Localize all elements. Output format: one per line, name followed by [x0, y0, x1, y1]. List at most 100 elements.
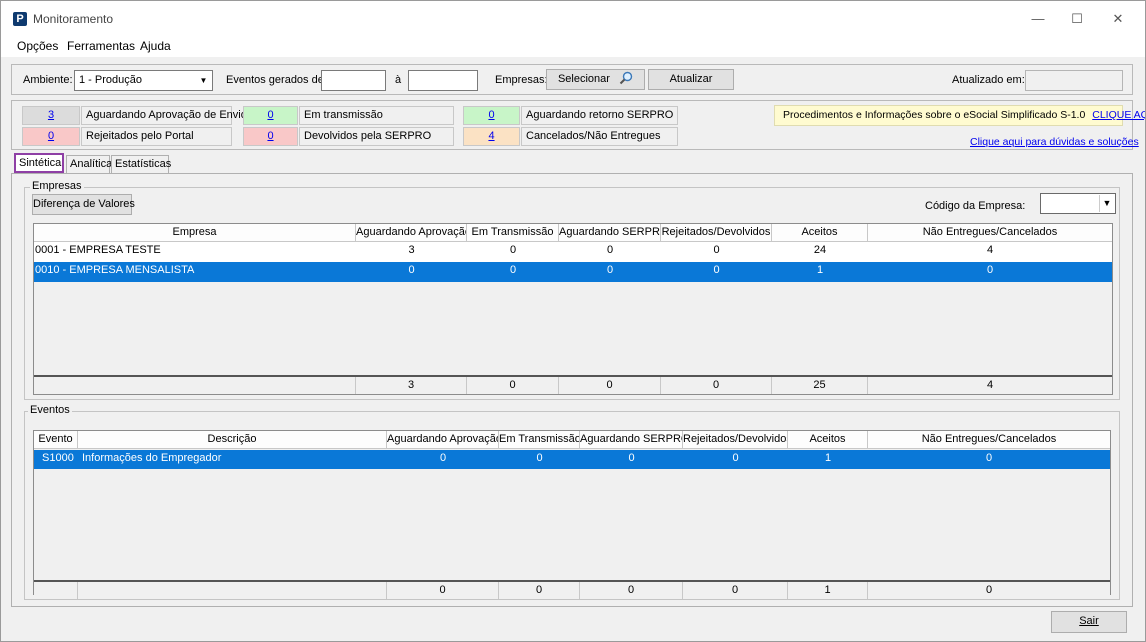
total-value: 25	[772, 377, 868, 394]
cell-evento: S1000	[42, 452, 74, 464]
tab-estatisticas[interactable]: Estatísticas	[111, 155, 171, 173]
total-value: 4	[986, 379, 994, 391]
atualizado-em-field	[1025, 70, 1123, 91]
total-value: 1	[788, 582, 868, 599]
cell-empresa: 0001 - EMPRESA TESTE	[35, 244, 161, 256]
menu-opcoes[interactable]: Opções	[17, 39, 58, 53]
clique-aqui-link[interactable]: CLIQUE AQUI	[1092, 109, 1145, 121]
atualizar-button[interactable]: Atualizar	[648, 69, 734, 90]
minimize-button[interactable]: —	[1023, 9, 1053, 29]
cell-value: 0	[509, 244, 517, 256]
aguardando-serpro-count[interactable]: 0	[463, 106, 520, 125]
help-link[interactable]: Clique aqui para dúvidas e soluções	[970, 136, 1139, 148]
aguardando-aprovacao-count[interactable]: 3	[22, 106, 80, 125]
col-aceitos[interactable]: Aceitos	[772, 224, 868, 241]
rejeitados-portal-count[interactable]: 0	[22, 127, 80, 146]
cell-value: 3	[408, 244, 415, 256]
info-banner: Procedimentos e Informações sobre o eSoc…	[774, 105, 1145, 126]
col-em-transmissao[interactable]: Em Transmissão	[467, 224, 559, 241]
ambiente-value: 1 - Produção	[79, 74, 142, 86]
cell-value: 0	[732, 452, 739, 464]
main-window: P Monitoramento — ☐ ✕ Opções Ferramentas…	[0, 0, 1146, 642]
codigo-empresa-select[interactable]: ▼	[1040, 193, 1116, 214]
info-text: Procedimentos e Informações sobre o eSoc…	[783, 109, 1086, 121]
close-button[interactable]: ✕	[1103, 9, 1133, 29]
col-aguardando-aprovacao[interactable]: Aguardando Aprovação	[387, 431, 499, 448]
selecionar-button[interactable]: Selecionar	[546, 69, 645, 90]
col-aguardando-aprovacao[interactable]: Aguardando Aprovação	[356, 224, 467, 241]
selecionar-label: Selecionar	[557, 73, 610, 85]
sair-button[interactable]: Sair	[1051, 611, 1127, 633]
eventos-header-row: Evento Descrição Aguardando Aprovação Em…	[34, 431, 1110, 449]
total-descricao	[78, 582, 387, 599]
empresas-group-title: Empresas	[30, 180, 84, 192]
table-row[interactable]: 0010 - EMPRESA MENSALISTA 0 0 0 0 1 0	[34, 262, 1112, 282]
cell-value: 1	[816, 264, 824, 276]
col-aceitos[interactable]: Aceitos	[788, 431, 868, 448]
date-to-input[interactable]	[408, 70, 478, 91]
rejeitados-portal-label: Rejeitados pelo Portal	[81, 127, 232, 146]
atualizado-em-label: Atualizado em:	[952, 74, 1025, 86]
total-value: 3	[356, 377, 467, 394]
col-descricao[interactable]: Descrição	[78, 431, 387, 448]
total-value: 0	[661, 377, 772, 394]
title-bar: P Monitoramento — ☐ ✕	[1, 1, 1145, 35]
total-value: 0	[499, 582, 580, 599]
chevron-down-icon[interactable]: ▼	[196, 72, 211, 89]
magnifier-icon	[619, 71, 633, 85]
col-aguardando-serpro[interactable]: Aguardando SERPRO	[580, 431, 683, 448]
col-rejeitados-devolvidos[interactable]: Rejeitados/Devolvidos	[683, 431, 788, 448]
window-title: Monitoramento	[33, 12, 114, 26]
cell-descricao: Informações do Empregador	[82, 452, 222, 464]
col-em-transmissao[interactable]: Em Transmissão	[499, 431, 580, 448]
eventos-group-title: Eventos	[28, 404, 72, 416]
devolvidos-serpro-count[interactable]: 0	[243, 127, 298, 146]
maximize-button[interactable]: ☐	[1062, 9, 1092, 29]
date-from-input[interactable]	[321, 70, 386, 91]
empresas-header-row: Empresa Aguardando Aprovação Em Transmis…	[34, 224, 1112, 242]
menu-ajuda[interactable]: Ajuda	[140, 39, 171, 53]
total-value: 0	[683, 582, 788, 599]
ambiente-select[interactable]: 1 - Produção ▼	[74, 70, 213, 91]
tab-sintetica[interactable]: Sintética	[14, 153, 64, 173]
diferenca-valores-button[interactable]: Diferença de Valores	[32, 194, 135, 215]
eventos-totals-row: 0 0 0 0 1 0	[34, 580, 1110, 599]
total-value: 0	[985, 584, 993, 596]
empresas-grid: Empresa Aguardando Aprovação Em Transmis…	[33, 223, 1113, 395]
cell-value: 0	[606, 244, 614, 256]
em-transmissao-count[interactable]: 0	[243, 106, 298, 125]
total-value: 0	[580, 582, 683, 599]
cell-value: 0	[985, 452, 993, 464]
eventos-gerados-label: Eventos gerados de:	[226, 74, 327, 86]
empresas-label: Empresas:	[495, 74, 548, 86]
cancelados-label: Cancelados/Não Entregues	[521, 127, 678, 146]
table-row[interactable]: 0001 - EMPRESA TESTE 3 0 0 0 24 4	[34, 242, 1112, 260]
col-nao-entregues[interactable]: Não Entregues/Cancelados	[868, 431, 1110, 448]
total-evento	[34, 582, 78, 599]
total-value: 0	[387, 582, 499, 599]
aguardando-serpro-label: Aguardando retorno SERPRO	[521, 106, 678, 125]
empresas-totals-row: 3 0 0 0 25 4	[34, 375, 1112, 394]
ambiente-label: Ambiente:	[23, 74, 73, 86]
total-value: 0	[467, 377, 559, 394]
col-empresa[interactable]: Empresa	[34, 224, 356, 241]
cell-value: 0	[628, 452, 635, 464]
devolvidos-serpro-label: Devolvidos pela SERPRO	[299, 127, 454, 146]
table-row[interactable]: S1000 Informações do Empregador 0 0 0 0 …	[34, 450, 1110, 469]
col-rejeitados-devolvidos[interactable]: Rejeitados/Devolvidos	[661, 224, 772, 241]
menu-ferramentas[interactable]: Ferramentas	[67, 39, 135, 53]
menu-bar: Opções Ferramentas Ajuda	[1, 35, 1145, 57]
col-nao-entregues[interactable]: Não Entregues/Cancelados	[868, 224, 1112, 241]
col-evento[interactable]: Evento	[34, 431, 78, 448]
em-transmissao-label: Em transmissão	[299, 106, 454, 125]
cell-value: 0	[509, 264, 517, 276]
cell-value: 0	[713, 264, 720, 276]
chevron-down-icon[interactable]: ▼	[1099, 195, 1114, 212]
tab-analitica[interactable]: Analítica	[66, 155, 112, 173]
cancelados-count[interactable]: 4	[463, 127, 520, 146]
cell-value: 0	[606, 264, 614, 276]
date-to-label: à	[395, 74, 402, 86]
col-aguardando-serpro[interactable]: Aguardando SERPRO	[559, 224, 661, 241]
cell-value: 0	[536, 452, 543, 464]
cell-value: 0	[986, 264, 994, 276]
